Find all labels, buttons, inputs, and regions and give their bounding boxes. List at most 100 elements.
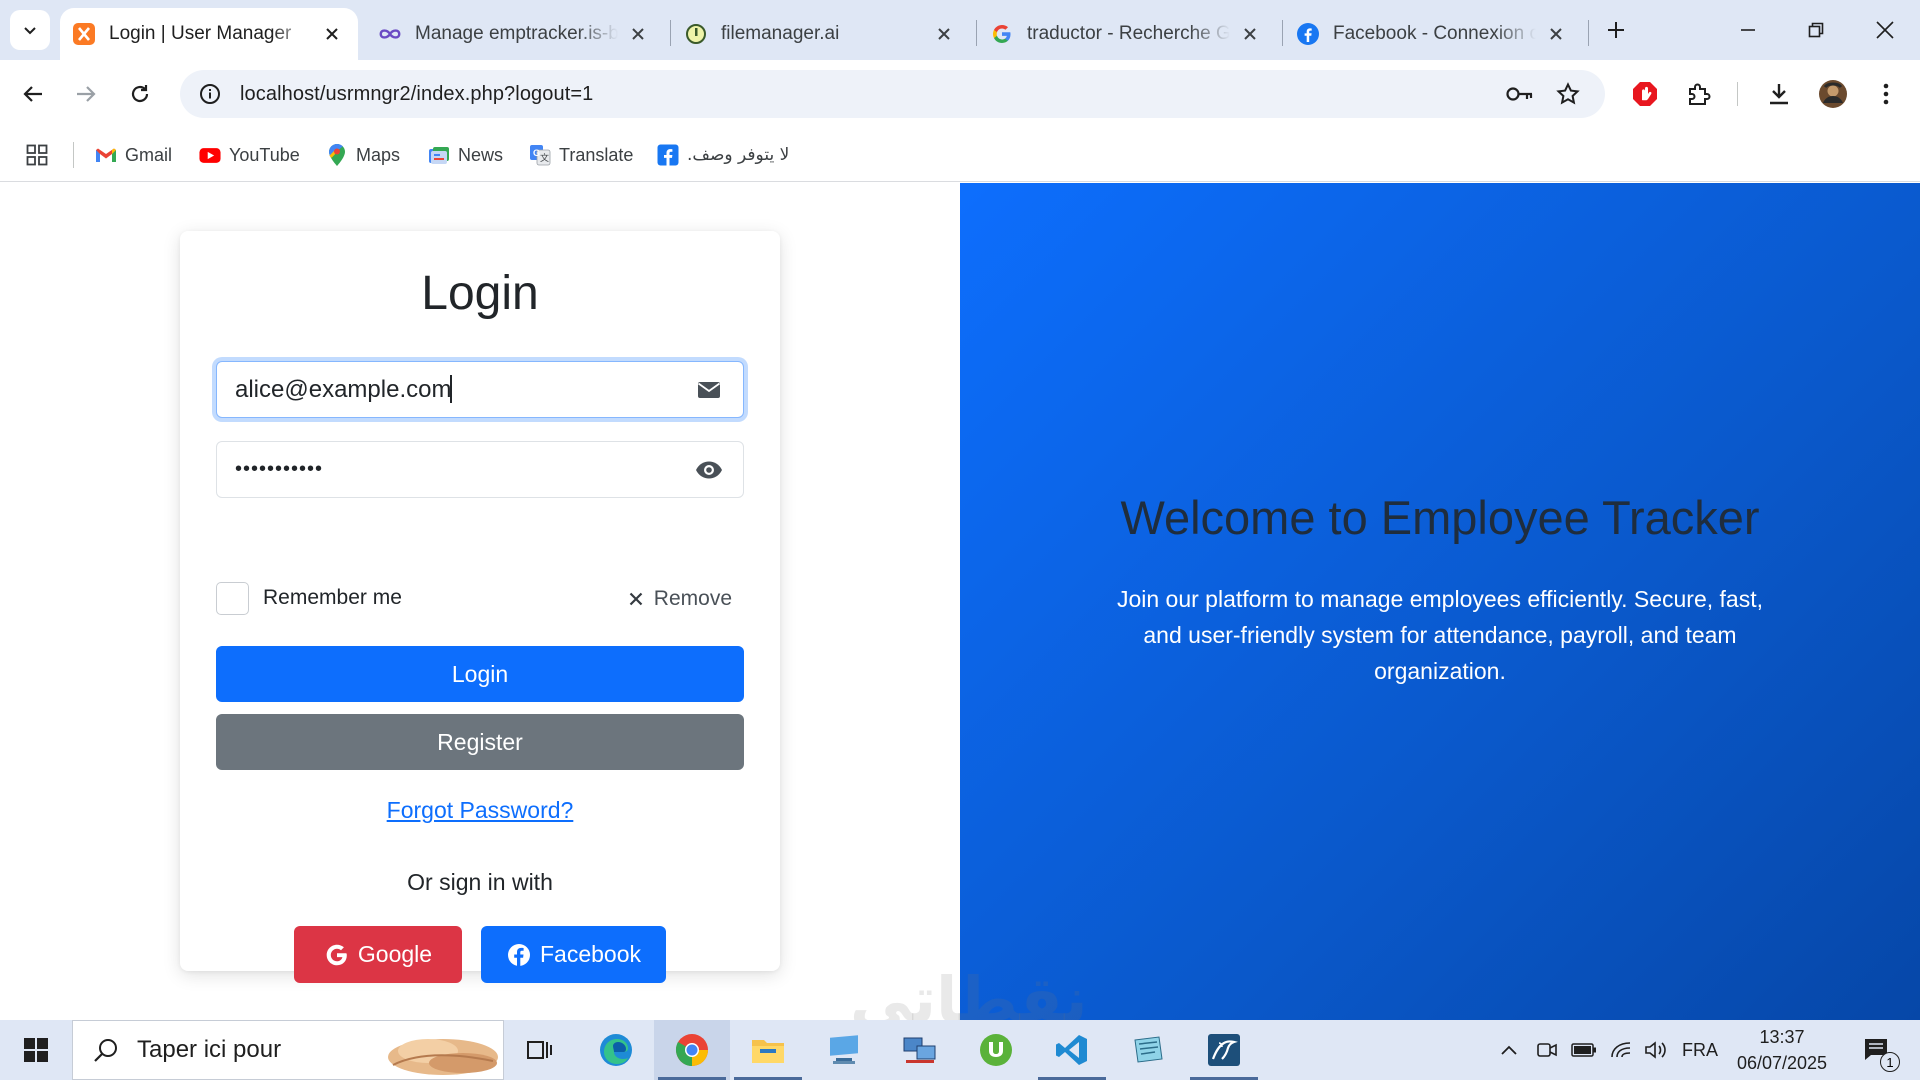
back-button[interactable]: [13, 74, 53, 114]
tab-traductor-search[interactable]: traductor - Recherche Go: [978, 8, 1276, 60]
facebook-button-label: Facebook: [539, 941, 641, 967]
chevron-up-icon: [1501, 1045, 1517, 1055]
google-signin-button[interactable]: Google: [294, 926, 462, 983]
tab-filemanager[interactable]: filemanager.ai: [672, 8, 970, 60]
network-indicator[interactable]: [1606, 1020, 1636, 1080]
remove-label: Remove: [653, 587, 732, 610]
welcome-description: Join our platform to manage employees ef…: [1116, 586, 1764, 684]
close-tab-icon[interactable]: [1544, 22, 1568, 46]
welcome-title: Welcome to Employee Tracker: [1120, 491, 1760, 544]
taskbar-mysql-workbench[interactable]: [1186, 1020, 1262, 1080]
new-tab-button[interactable]: [1598, 12, 1634, 48]
minimize-button[interactable]: [1715, 0, 1781, 60]
browser-toolbar: localhost/usrmngr2/index.php?logout=1: [0, 60, 1920, 128]
bookmark-label: Gmail: [125, 144, 173, 165]
password-input[interactable]: [235, 458, 675, 481]
notification-center-button[interactable]: 1: [1852, 1020, 1902, 1080]
bookmarks-bar: Gmail YouTube Maps News G文 Translate لا …: [0, 128, 1920, 182]
bookmark-youtube[interactable]: YouTube: [199, 141, 300, 169]
tab-title: Facebook - Connexion ou: [1333, 23, 1536, 44]
search-highlight-image: [388, 1039, 498, 1075]
email-field-wrapper: [216, 361, 744, 418]
task-view-button[interactable]: [502, 1020, 578, 1080]
bookmark-facebook[interactable]: لا يتوفر وصف.: [657, 141, 789, 169]
restore-button[interactable]: [1783, 0, 1849, 60]
reload-button[interactable]: [120, 74, 160, 114]
tab-manage-emptracker[interactable]: Manage emptracker.is-be: [366, 8, 664, 60]
eye-icon[interactable]: [695, 456, 723, 484]
envelope-icon: [695, 376, 723, 404]
bookmark-news[interactable]: News: [428, 141, 503, 169]
remember-me-checkbox[interactable]: [216, 581, 249, 615]
computer-icon: [830, 1035, 858, 1064]
taskbar-edge[interactable]: [578, 1020, 654, 1080]
close-tab-icon[interactable]: [932, 22, 956, 46]
tab-title: Login | User Manager: [109, 23, 292, 44]
forward-button[interactable]: [66, 74, 106, 114]
taskbar-network-app[interactable]: [882, 1020, 958, 1080]
text-cursor: [450, 375, 452, 403]
profile-avatar[interactable]: [1813, 74, 1853, 114]
arrow-left-icon: [23, 86, 42, 102]
svg-text:G: G: [533, 148, 540, 158]
remove-button[interactable]: Remove: [627, 584, 732, 614]
password-key-icon[interactable]: [1502, 76, 1538, 112]
bookmark-label: YouTube: [229, 144, 300, 165]
bookmark-maps[interactable]: Maps: [326, 141, 400, 169]
tab-facebook-connexion[interactable]: Facebook - Connexion ou: [1284, 8, 1582, 60]
notepad-icon: [1134, 1036, 1163, 1063]
start-button[interactable]: [12, 1030, 60, 1070]
login-button[interactable]: Login: [216, 646, 744, 702]
toolbar-divider: [1737, 82, 1738, 106]
close-tab-icon[interactable]: [320, 22, 344, 46]
chrome-icon: [675, 1034, 708, 1066]
taskbar-search-box[interactable]: Taper ici pour: [72, 1020, 504, 1080]
battery-indicator[interactable]: [1568, 1020, 1600, 1080]
extensions-puzzle-icon[interactable]: [1679, 74, 1719, 114]
taskbar-search-placeholder: Taper ici pour: [137, 1036, 282, 1063]
taskbar-this-pc[interactable]: [806, 1020, 882, 1080]
welcome-pane: Welcome to Employee Tracker Join our pla…: [960, 183, 1920, 1020]
forgot-password-link[interactable]: Forgot Password?: [180, 797, 780, 824]
adblock-extension-icon[interactable]: [1625, 74, 1665, 114]
url-text[interactable]: localhost/usrmngr2/index.php?logout=1: [240, 83, 593, 106]
bookmark-star-icon[interactable]: [1550, 76, 1586, 112]
address-bar[interactable]: localhost/usrmngr2/index.php?logout=1: [180, 70, 1605, 118]
meet-now-button[interactable]: [1532, 1020, 1562, 1080]
remember-me-label: Remember me: [263, 586, 402, 609]
show-hidden-icons-button[interactable]: [1496, 1020, 1522, 1080]
bookmark-gmail[interactable]: Gmail: [95, 141, 172, 169]
maps-icon: [326, 144, 348, 166]
password-field-wrapper: [216, 441, 744, 498]
infinityfree-icon: [378, 22, 402, 46]
taskbar-chrome[interactable]: [654, 1020, 730, 1080]
filemanager-icon: [684, 22, 708, 46]
input-language-indicator[interactable]: FRA: [1680, 1020, 1720, 1080]
remember-me-control[interactable]: Remember me: [216, 581, 402, 615]
volume-control[interactable]: [1640, 1020, 1672, 1080]
site-info-icon[interactable]: [186, 70, 234, 118]
search-icon: [91, 1035, 121, 1065]
taskbar-file-explorer[interactable]: [730, 1020, 806, 1080]
close-tab-icon[interactable]: [1238, 22, 1262, 46]
browser-menu-icon[interactable]: [1866, 74, 1906, 114]
facebook-signin-button[interactable]: Facebook: [481, 926, 666, 983]
downloads-icon[interactable]: [1759, 74, 1799, 114]
bookmark-label: لا يتوفر وصف.: [687, 145, 790, 165]
taskbar-utorrent[interactable]: [958, 1020, 1034, 1080]
bookmark-translate[interactable]: G文 Translate: [529, 141, 633, 169]
google-icon: [990, 22, 1014, 46]
tab-search-button[interactable]: [10, 10, 50, 50]
close-window-button[interactable]: [1852, 0, 1918, 60]
system-clock[interactable]: 13:37 06/07/2025: [1727, 1024, 1837, 1076]
register-button[interactable]: Register: [216, 714, 744, 770]
taskbar-vscode[interactable]: [1034, 1020, 1110, 1080]
tab-title: Manage emptracker.is-be: [415, 23, 618, 44]
email-input[interactable]: [235, 375, 675, 404]
close-tab-icon[interactable]: [626, 22, 650, 46]
taskbar-notepad-app[interactable]: [1110, 1020, 1186, 1080]
facebook-icon: [506, 942, 532, 968]
apps-grid-button[interactable]: [26, 141, 48, 169]
tab-login-user-manager[interactable]: Login | User Manager: [60, 8, 358, 60]
news-icon: [428, 144, 450, 166]
